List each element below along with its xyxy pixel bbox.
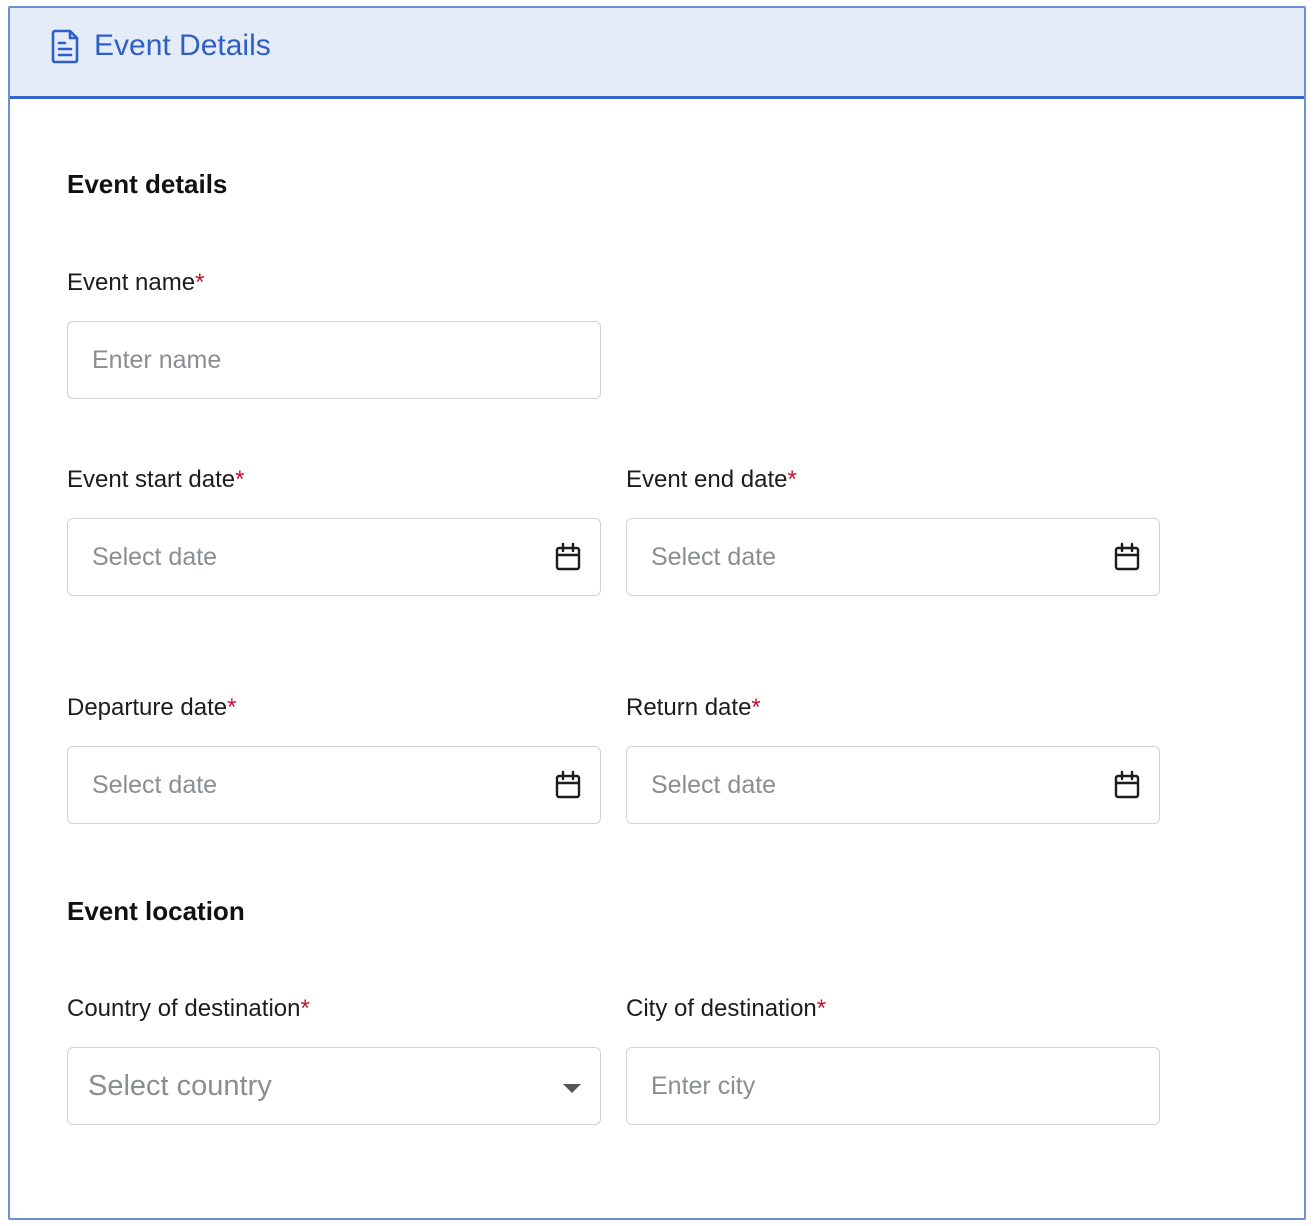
required-asterisk: * bbox=[195, 269, 205, 296]
event-name-placeholder: Enter name bbox=[92, 346, 222, 374]
return-date-placeholder: Select date bbox=[651, 771, 777, 799]
departure-date-placeholder: Select date bbox=[92, 771, 218, 799]
calendar-icon[interactable] bbox=[1113, 770, 1141, 800]
calendar-icon[interactable] bbox=[554, 770, 582, 800]
event-end-date-picker[interactable]: Select date bbox=[626, 518, 1160, 596]
event-start-date-label-text: Event start date bbox=[67, 466, 236, 493]
event-name-label-text: Event name bbox=[67, 269, 196, 296]
city-placeholder: Enter city bbox=[651, 1072, 756, 1100]
required-asterisk: * bbox=[751, 694, 761, 721]
event-details-card: Event Details Event details Event name* … bbox=[8, 6, 1306, 1220]
required-asterisk: * bbox=[235, 466, 245, 493]
calendar-icon[interactable] bbox=[554, 542, 582, 572]
event-start-date-picker[interactable]: Select date bbox=[67, 518, 601, 596]
city-label-text: City of destination bbox=[626, 995, 817, 1022]
event-name-label: Event name* bbox=[67, 268, 204, 298]
return-date-label: Return date* bbox=[626, 693, 761, 723]
required-asterisk: * bbox=[227, 694, 237, 721]
country-select[interactable]: Select country bbox=[67, 1047, 601, 1125]
section-title-event-location: Event location bbox=[67, 896, 245, 926]
event-start-date-placeholder: Select date bbox=[92, 543, 218, 571]
section-title-event-details: Event details bbox=[67, 169, 228, 199]
calendar-icon[interactable] bbox=[1113, 542, 1141, 572]
required-asterisk: * bbox=[787, 466, 797, 493]
event-end-date-placeholder: Select date bbox=[651, 543, 777, 571]
departure-date-label: Departure date* bbox=[67, 693, 236, 723]
city-input[interactable]: Enter city bbox=[626, 1047, 1160, 1125]
required-asterisk: * bbox=[300, 995, 310, 1022]
page-title: Event Details bbox=[94, 29, 271, 62]
country-label: Country of destination* bbox=[67, 994, 310, 1024]
document-icon bbox=[51, 28, 81, 64]
return-date-picker[interactable]: Select date bbox=[626, 746, 1160, 824]
chevron-down-icon[interactable] bbox=[562, 1082, 582, 1094]
departure-date-picker[interactable]: Select date bbox=[67, 746, 601, 824]
card-header: Event Details bbox=[10, 8, 1304, 99]
event-start-date-label: Event start date* bbox=[67, 465, 244, 495]
country-placeholder: Select country bbox=[88, 1070, 272, 1102]
event-name-input[interactable]: Enter name bbox=[67, 321, 601, 399]
departure-date-label-text: Departure date bbox=[67, 694, 228, 721]
event-end-date-label: Event end date* bbox=[626, 465, 797, 495]
event-end-date-label-text: Event end date bbox=[626, 466, 788, 493]
country-label-text: Country of destination bbox=[67, 995, 301, 1022]
city-label: City of destination* bbox=[626, 994, 826, 1024]
required-asterisk: * bbox=[816, 995, 827, 1022]
return-date-label-text: Return date bbox=[626, 694, 752, 721]
